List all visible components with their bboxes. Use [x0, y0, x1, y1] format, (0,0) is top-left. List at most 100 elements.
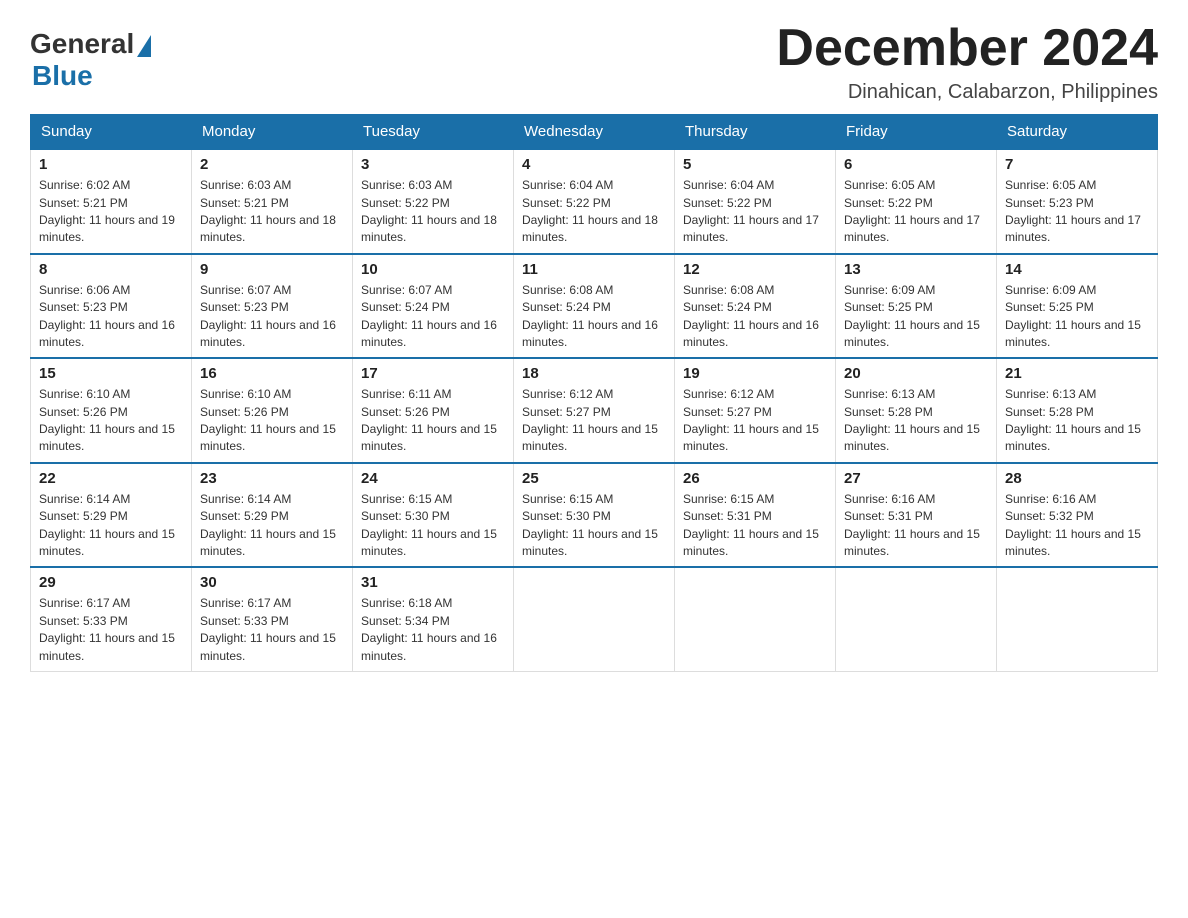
day-number: 2 — [200, 156, 344, 173]
table-row: 21 Sunrise: 6:13 AMSunset: 5:28 PMDaylig… — [997, 358, 1158, 463]
col-monday: Monday — [192, 115, 353, 150]
day-info: Sunrise: 6:06 AMSunset: 5:23 PMDaylight:… — [39, 282, 183, 352]
table-row: 25 Sunrise: 6:15 AMSunset: 5:30 PMDaylig… — [514, 463, 675, 568]
calendar-week-row: 1 Sunrise: 6:02 AMSunset: 5:21 PMDayligh… — [31, 149, 1158, 254]
day-number: 7 — [1005, 156, 1149, 173]
table-row: 31 Sunrise: 6:18 AMSunset: 5:34 PMDaylig… — [353, 567, 514, 671]
table-row: 17 Sunrise: 6:11 AMSunset: 5:26 PMDaylig… — [353, 358, 514, 463]
table-row: 6 Sunrise: 6:05 AMSunset: 5:22 PMDayligh… — [836, 149, 997, 254]
logo-general-text: General — [30, 28, 134, 60]
day-number: 18 — [522, 365, 666, 382]
day-info: Sunrise: 6:09 AMSunset: 5:25 PMDaylight:… — [1005, 282, 1149, 352]
col-friday: Friday — [836, 115, 997, 150]
table-row: 20 Sunrise: 6:13 AMSunset: 5:28 PMDaylig… — [836, 358, 997, 463]
day-info: Sunrise: 6:03 AMSunset: 5:21 PMDaylight:… — [200, 177, 344, 247]
table-row: 5 Sunrise: 6:04 AMSunset: 5:22 PMDayligh… — [675, 149, 836, 254]
day-number: 23 — [200, 470, 344, 487]
col-saturday: Saturday — [997, 115, 1158, 150]
day-number: 11 — [522, 261, 666, 278]
day-info: Sunrise: 6:05 AMSunset: 5:22 PMDaylight:… — [844, 177, 988, 247]
day-number: 4 — [522, 156, 666, 173]
day-number: 15 — [39, 365, 183, 382]
table-row: 23 Sunrise: 6:14 AMSunset: 5:29 PMDaylig… — [192, 463, 353, 568]
table-row: 4 Sunrise: 6:04 AMSunset: 5:22 PMDayligh… — [514, 149, 675, 254]
day-number: 27 — [844, 470, 988, 487]
table-row: 18 Sunrise: 6:12 AMSunset: 5:27 PMDaylig… — [514, 358, 675, 463]
day-info: Sunrise: 6:15 AMSunset: 5:30 PMDaylight:… — [361, 491, 505, 561]
day-number: 5 — [683, 156, 827, 173]
day-number: 30 — [200, 574, 344, 591]
day-number: 21 — [1005, 365, 1149, 382]
table-row: 1 Sunrise: 6:02 AMSunset: 5:21 PMDayligh… — [31, 149, 192, 254]
day-info: Sunrise: 6:13 AMSunset: 5:28 PMDaylight:… — [844, 386, 988, 456]
day-info: Sunrise: 6:12 AMSunset: 5:27 PMDaylight:… — [522, 386, 666, 456]
day-info: Sunrise: 6:17 AMSunset: 5:33 PMDaylight:… — [39, 595, 183, 665]
table-row: 29 Sunrise: 6:17 AMSunset: 5:33 PMDaylig… — [31, 567, 192, 671]
day-info: Sunrise: 6:07 AMSunset: 5:24 PMDaylight:… — [361, 282, 505, 352]
day-info: Sunrise: 6:08 AMSunset: 5:24 PMDaylight:… — [683, 282, 827, 352]
day-info: Sunrise: 6:08 AMSunset: 5:24 PMDaylight:… — [522, 282, 666, 352]
day-info: Sunrise: 6:07 AMSunset: 5:23 PMDaylight:… — [200, 282, 344, 352]
day-info: Sunrise: 6:14 AMSunset: 5:29 PMDaylight:… — [200, 491, 344, 561]
day-info: Sunrise: 6:13 AMSunset: 5:28 PMDaylight:… — [1005, 386, 1149, 456]
table-row: 14 Sunrise: 6:09 AMSunset: 5:25 PMDaylig… — [997, 254, 1158, 359]
table-row: 13 Sunrise: 6:09 AMSunset: 5:25 PMDaylig… — [836, 254, 997, 359]
day-number: 9 — [200, 261, 344, 278]
day-number: 14 — [1005, 261, 1149, 278]
calendar-week-row: 8 Sunrise: 6:06 AMSunset: 5:23 PMDayligh… — [31, 254, 1158, 359]
day-info: Sunrise: 6:17 AMSunset: 5:33 PMDaylight:… — [200, 595, 344, 665]
col-sunday: Sunday — [31, 115, 192, 150]
day-number: 3 — [361, 156, 505, 173]
day-number: 12 — [683, 261, 827, 278]
day-info: Sunrise: 6:16 AMSunset: 5:32 PMDaylight:… — [1005, 491, 1149, 561]
calendar-week-row: 15 Sunrise: 6:10 AMSunset: 5:26 PMDaylig… — [31, 358, 1158, 463]
table-row: 28 Sunrise: 6:16 AMSunset: 5:32 PMDaylig… — [997, 463, 1158, 568]
table-row — [997, 567, 1158, 671]
day-info: Sunrise: 6:14 AMSunset: 5:29 PMDaylight:… — [39, 491, 183, 561]
table-row: 10 Sunrise: 6:07 AMSunset: 5:24 PMDaylig… — [353, 254, 514, 359]
col-thursday: Thursday — [675, 115, 836, 150]
table-row: 11 Sunrise: 6:08 AMSunset: 5:24 PMDaylig… — [514, 254, 675, 359]
table-row: 30 Sunrise: 6:17 AMSunset: 5:33 PMDaylig… — [192, 567, 353, 671]
calendar-table: Sunday Monday Tuesday Wednesday Thursday… — [30, 114, 1158, 672]
day-info: Sunrise: 6:10 AMSunset: 5:26 PMDaylight:… — [39, 386, 183, 456]
day-info: Sunrise: 6:15 AMSunset: 5:30 PMDaylight:… — [522, 491, 666, 561]
day-info: Sunrise: 6:04 AMSunset: 5:22 PMDaylight:… — [522, 177, 666, 247]
day-number: 17 — [361, 365, 505, 382]
table-row: 26 Sunrise: 6:15 AMSunset: 5:31 PMDaylig… — [675, 463, 836, 568]
table-row: 12 Sunrise: 6:08 AMSunset: 5:24 PMDaylig… — [675, 254, 836, 359]
col-tuesday: Tuesday — [353, 115, 514, 150]
table-row: 27 Sunrise: 6:16 AMSunset: 5:31 PMDaylig… — [836, 463, 997, 568]
day-number: 19 — [683, 365, 827, 382]
day-number: 26 — [683, 470, 827, 487]
day-number: 28 — [1005, 470, 1149, 487]
day-number: 24 — [361, 470, 505, 487]
table-row: 19 Sunrise: 6:12 AMSunset: 5:27 PMDaylig… — [675, 358, 836, 463]
day-number: 31 — [361, 574, 505, 591]
day-info: Sunrise: 6:02 AMSunset: 5:21 PMDaylight:… — [39, 177, 183, 247]
day-info: Sunrise: 6:15 AMSunset: 5:31 PMDaylight:… — [683, 491, 827, 561]
day-info: Sunrise: 6:09 AMSunset: 5:25 PMDaylight:… — [844, 282, 988, 352]
page-header: General Blue December 2024 Dinahican, Ca… — [30, 20, 1158, 104]
day-number: 10 — [361, 261, 505, 278]
day-number: 29 — [39, 574, 183, 591]
day-info: Sunrise: 6:16 AMSunset: 5:31 PMDaylight:… — [844, 491, 988, 561]
calendar-week-row: 29 Sunrise: 6:17 AMSunset: 5:33 PMDaylig… — [31, 567, 1158, 671]
day-info: Sunrise: 6:12 AMSunset: 5:27 PMDaylight:… — [683, 386, 827, 456]
table-row: 15 Sunrise: 6:10 AMSunset: 5:26 PMDaylig… — [31, 358, 192, 463]
calendar-header-row: Sunday Monday Tuesday Wednesday Thursday… — [31, 115, 1158, 150]
day-number: 1 — [39, 156, 183, 173]
day-info: Sunrise: 6:18 AMSunset: 5:34 PMDaylight:… — [361, 595, 505, 665]
table-row — [675, 567, 836, 671]
day-number: 16 — [200, 365, 344, 382]
day-info: Sunrise: 6:05 AMSunset: 5:23 PMDaylight:… — [1005, 177, 1149, 247]
day-info: Sunrise: 6:03 AMSunset: 5:22 PMDaylight:… — [361, 177, 505, 247]
table-row: 16 Sunrise: 6:10 AMSunset: 5:26 PMDaylig… — [192, 358, 353, 463]
col-wednesday: Wednesday — [514, 115, 675, 150]
table-row: 3 Sunrise: 6:03 AMSunset: 5:22 PMDayligh… — [353, 149, 514, 254]
table-row: 22 Sunrise: 6:14 AMSunset: 5:29 PMDaylig… — [31, 463, 192, 568]
logo: General Blue — [30, 28, 151, 92]
calendar-week-row: 22 Sunrise: 6:14 AMSunset: 5:29 PMDaylig… — [31, 463, 1158, 568]
location-subtitle: Dinahican, Calabarzon, Philippines — [776, 81, 1158, 104]
day-info: Sunrise: 6:11 AMSunset: 5:26 PMDaylight:… — [361, 386, 505, 456]
